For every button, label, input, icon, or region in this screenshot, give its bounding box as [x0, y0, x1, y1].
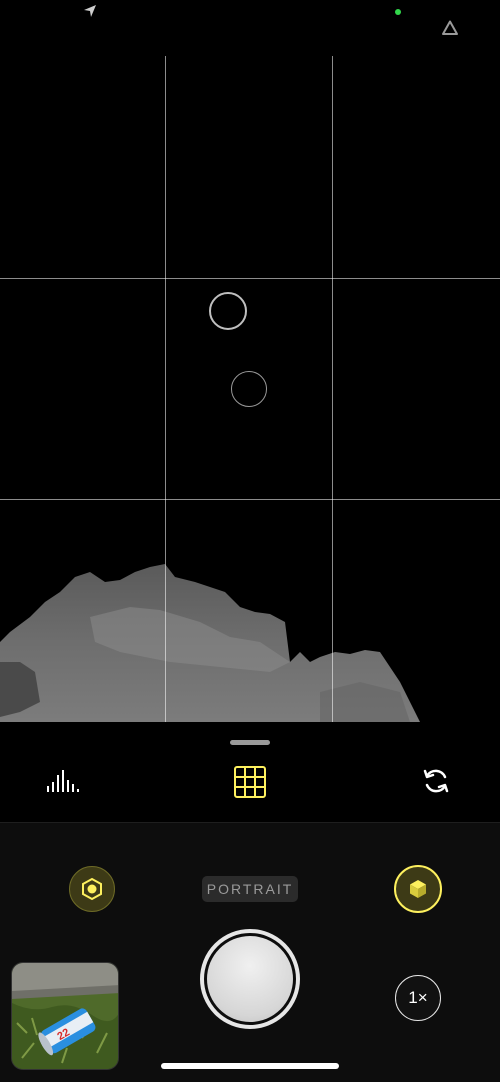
grid-line-h1: [0, 278, 500, 279]
location-arrow-icon: [84, 5, 96, 17]
camera-in-use-indicator: [395, 9, 401, 15]
drag-handle[interactable]: [230, 740, 270, 745]
grid-icon[interactable]: [233, 765, 267, 799]
focus-indicator-secondary: [231, 371, 267, 407]
grid-line-v1: [165, 56, 166, 722]
grid-line-v2: [332, 56, 333, 722]
triangle-outline-icon: [442, 20, 458, 35]
histogram-icon[interactable]: [44, 766, 82, 796]
cube-icon: [410, 880, 426, 898]
depth-mode-button[interactable]: [394, 865, 442, 913]
aperture-icon: [82, 877, 102, 901]
depth-map-preview: [0, 564, 420, 722]
mode-label[interactable]: PORTRAIT: [202, 876, 298, 902]
shutter-button[interactable]: [200, 929, 300, 1029]
rotate-camera-icon[interactable]: [421, 765, 451, 797]
grid-line-h2: [0, 499, 500, 500]
home-indicator[interactable]: [161, 1063, 339, 1069]
photo-preview-image: 22: [12, 963, 118, 1069]
focus-indicator: [209, 292, 247, 330]
aperture-button[interactable]: [69, 866, 115, 912]
last-photo-thumbnail[interactable]: 22: [11, 962, 119, 1070]
shutter-button-inner[interactable]: [207, 936, 293, 1022]
zoom-button[interactable]: 1×: [395, 975, 441, 1021]
status-bar: [0, 0, 500, 56]
